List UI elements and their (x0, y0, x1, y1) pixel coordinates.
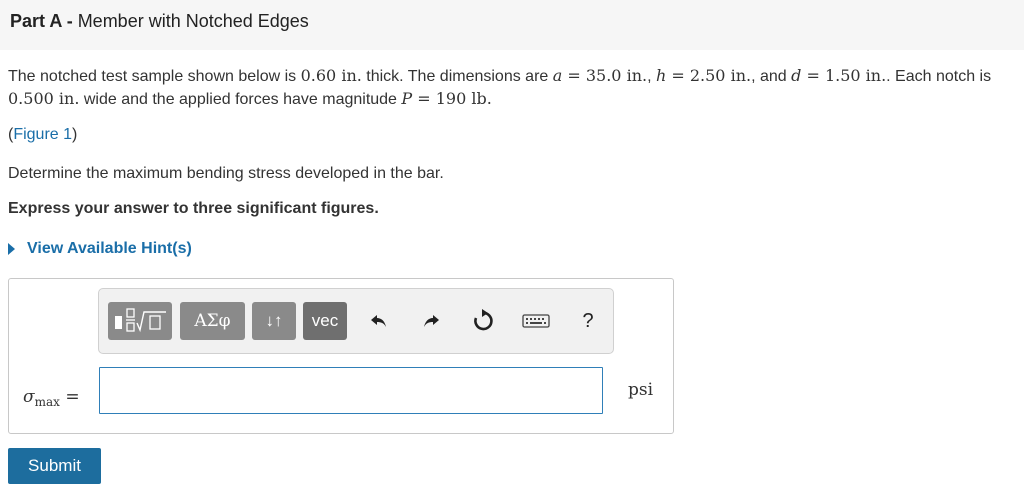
reset-icon (474, 309, 493, 331)
figure-paren-close: ) (72, 126, 78, 143)
d-value: = 1.50 in. (801, 66, 887, 85)
unit-label: psi (628, 380, 654, 400)
redo-icon (424, 315, 439, 327)
templates-button[interactable] (108, 302, 172, 340)
help-button[interactable]: ? (573, 302, 603, 340)
fraction-sqrt-templates-icon (115, 308, 166, 333)
question-text: Determine the maximum bending stress dev… (8, 165, 444, 182)
redo-button[interactable] (416, 302, 446, 340)
instruction-text: Express your answer to three significant… (8, 200, 379, 217)
view-hints-toggle[interactable]: View Available Hint(s) (8, 240, 192, 258)
problem-text: , (647, 68, 656, 85)
subscript-superscript-button[interactable]: ↓↑ (252, 302, 296, 340)
thickness-value: 0.60 in. (300, 66, 362, 85)
caret-right-icon (8, 243, 15, 255)
problem-text: , and (751, 68, 792, 85)
undo-button[interactable] (364, 302, 394, 340)
reset-button[interactable] (468, 302, 498, 340)
problem-text: . Each notch is (886, 68, 992, 85)
var-d: d (791, 66, 802, 85)
a-value: = 35.0 in. (562, 66, 648, 85)
var-p: P (401, 89, 413, 108)
sigma-symbol: σ (23, 387, 35, 407)
hint-label: View Available Hint(s) (27, 240, 192, 257)
sigma-subscript: max (34, 395, 60, 409)
part-title-text: Member with Notched Edges (77, 11, 309, 31)
h-value: = 2.50 in. (666, 66, 752, 85)
problem-text: The notched test sample shown below is (8, 68, 301, 85)
var-h: h (655, 66, 667, 85)
problem-statement: The notched test sample shown below is 0… (8, 65, 1018, 111)
keyboard-button[interactable] (520, 302, 552, 340)
keyboard-icon (522, 314, 550, 328)
answer-variable-label: σmax = (23, 387, 80, 409)
math-toolbar: ΑΣφ ↓↑ vec ? (98, 288, 614, 354)
var-a: a (552, 66, 563, 85)
undo-icon (371, 315, 386, 327)
figure-reference: (Figure 1) (8, 126, 77, 144)
notch-value: 0.500 in. (8, 89, 80, 108)
problem-text: thick. The dimensions are (361, 68, 553, 85)
problem-text: wide and the applied forces have magnitu… (79, 91, 402, 108)
figure-1-link[interactable]: Figure 1 (13, 126, 72, 143)
part-header: Part A - Member with Notched Edges (0, 0, 1024, 50)
answer-input[interactable] (99, 367, 603, 414)
part-label: Part A (10, 11, 62, 31)
vector-button[interactable]: vec (303, 302, 347, 340)
symbols-button[interactable]: ΑΣφ (180, 302, 245, 340)
p-value: = 190 lb. (412, 89, 492, 108)
part-separator: - (61, 11, 78, 31)
equals-sign: = (59, 387, 80, 407)
submit-button[interactable]: Submit (8, 448, 101, 484)
answer-box: ΑΣφ ↓↑ vec ? σmax = psi (8, 278, 674, 434)
part-title: Part A - Member with Notched Edges (10, 11, 309, 32)
